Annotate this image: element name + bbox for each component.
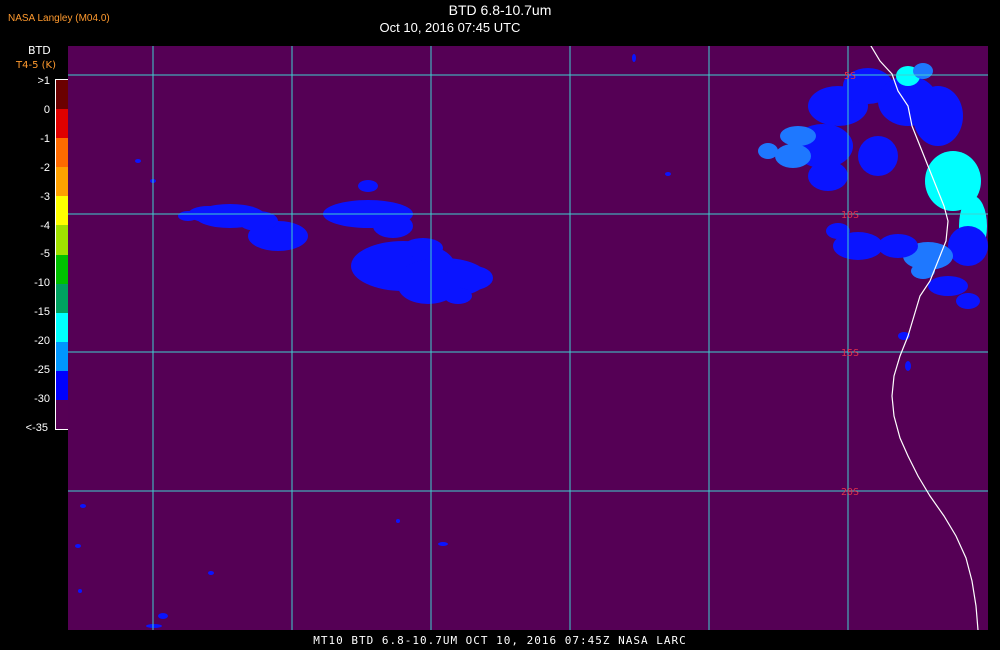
cloud-blob bbox=[403, 238, 443, 258]
cloud-blob bbox=[913, 63, 933, 79]
legend-tick-label: -2 bbox=[40, 161, 50, 174]
cloud-blob bbox=[905, 361, 911, 371]
footer-caption: MT10 BTD 6.8-10.7UM OCT 10, 2016 07:45Z … bbox=[313, 634, 687, 647]
latitude-label: 10S bbox=[841, 210, 859, 221]
map-title: BTD 6.8-10.7um bbox=[448, 2, 552, 18]
cloud-blob bbox=[358, 180, 378, 192]
cloud-blob bbox=[80, 504, 86, 508]
cloud-blob bbox=[775, 144, 811, 168]
longitude-label: 5W bbox=[427, 46, 440, 48]
cloud-blob bbox=[858, 136, 898, 176]
cloud-blob bbox=[396, 519, 400, 523]
latitude-label: 5S bbox=[844, 71, 856, 82]
cloud-blob bbox=[146, 624, 162, 628]
cloud-blob bbox=[913, 86, 963, 146]
cloud-blob bbox=[808, 161, 848, 191]
satellite-map: 15W 10W 5W 0 5E 10E 5S 10S 15S 20S bbox=[68, 46, 988, 630]
cloud-blob bbox=[178, 211, 198, 221]
cloud-blob bbox=[78, 589, 82, 593]
cloud-blob bbox=[135, 159, 141, 163]
longitude-label: 10W bbox=[285, 46, 304, 48]
cloud-blob bbox=[158, 613, 168, 619]
cloud-blob bbox=[373, 214, 413, 238]
legend-tick-label: -10 bbox=[34, 277, 50, 290]
cloud-blob bbox=[826, 223, 850, 239]
legend-units: T4-5 (K) bbox=[16, 60, 56, 71]
cloud-blob bbox=[632, 54, 636, 62]
cloud-blob bbox=[208, 571, 214, 575]
legend-tick-label: -4 bbox=[40, 219, 50, 232]
cloud-blob bbox=[928, 276, 968, 296]
cloud-blob bbox=[878, 234, 918, 258]
longitude-label: 5E bbox=[705, 46, 717, 48]
cloud-blob bbox=[780, 126, 816, 146]
map-subtitle: Oct 10, 2016 07:45 UTC bbox=[379, 20, 521, 35]
latitude-label: 20S bbox=[841, 487, 859, 498]
map-background bbox=[68, 46, 988, 630]
legend-tick-label: -20 bbox=[34, 335, 50, 348]
cloud-blob bbox=[75, 544, 81, 548]
cloud-blob bbox=[438, 542, 448, 546]
legend-tick-label: 0 bbox=[43, 103, 50, 116]
legend-tick-label: -5 bbox=[40, 248, 50, 261]
legend-tick-label: -1 bbox=[40, 132, 50, 145]
legend-tick-label: -30 bbox=[34, 392, 50, 405]
legend-tick-label: -25 bbox=[34, 364, 50, 376]
longitude-label: 0 bbox=[569, 46, 575, 48]
legend-tick-label: >1 bbox=[37, 75, 50, 87]
cloud-blob bbox=[444, 288, 472, 304]
legend-tick-label: <-35 bbox=[25, 422, 48, 434]
cloud-blob bbox=[948, 226, 988, 266]
legend-tick-label: -15 bbox=[34, 306, 50, 319]
cloud-blob bbox=[453, 266, 493, 290]
longitude-label: 15W bbox=[146, 46, 165, 48]
cloud-blob bbox=[758, 143, 778, 159]
latitude-label: 15S bbox=[841, 348, 859, 359]
longitude-label: 10E bbox=[841, 46, 859, 48]
legend-tick-label: -3 bbox=[40, 190, 50, 203]
cloud-blob bbox=[956, 293, 980, 309]
cloud-blob bbox=[665, 172, 671, 176]
